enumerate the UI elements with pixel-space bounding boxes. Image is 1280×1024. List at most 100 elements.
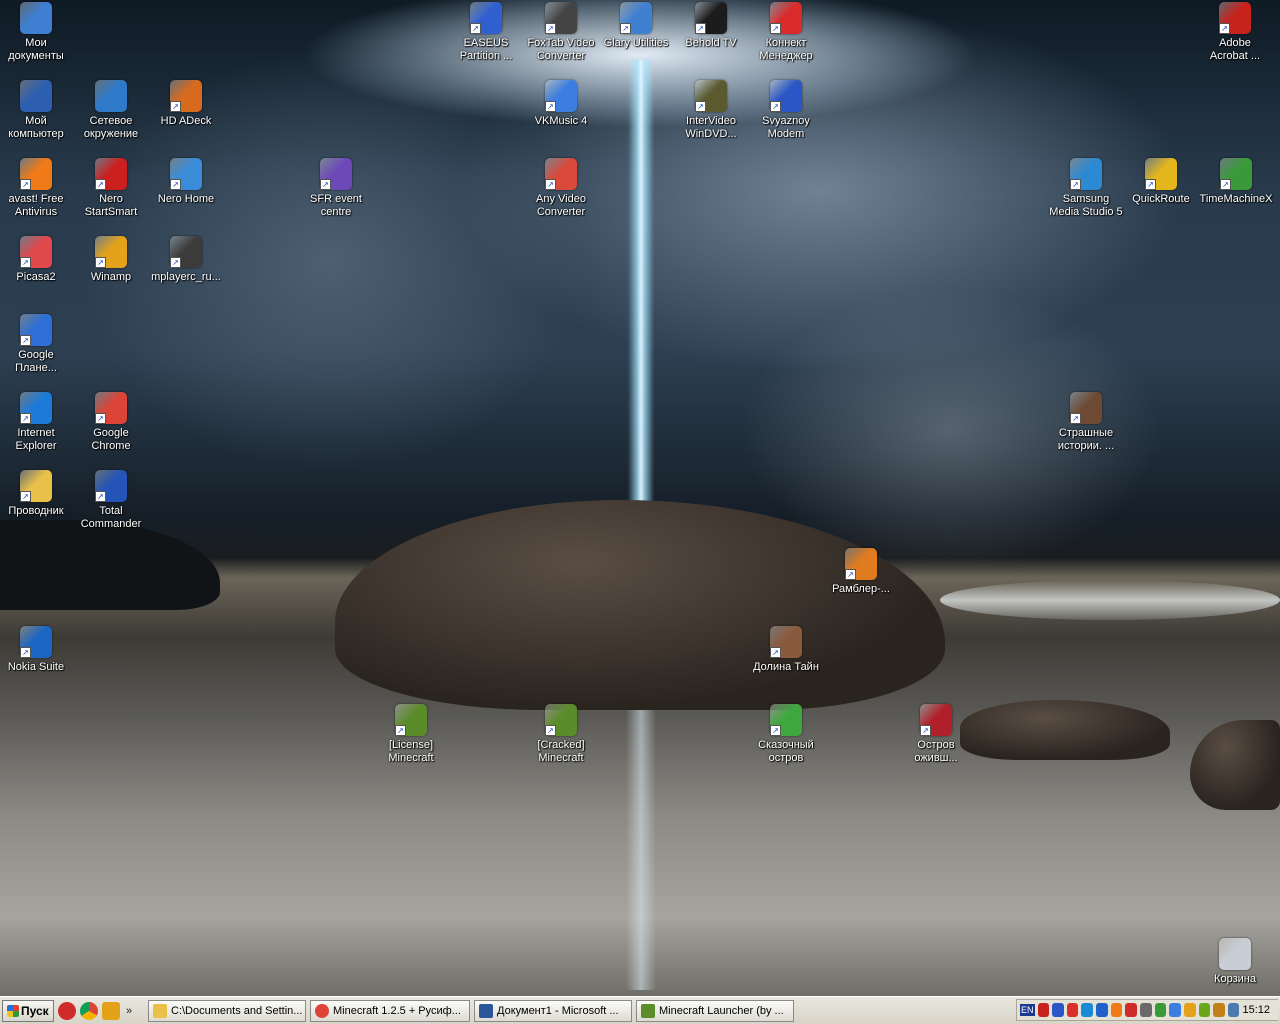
desktop-icon-label: SFR event centre (310, 193, 362, 218)
floppy-icon: ↗ (95, 470, 127, 502)
desktop-icon[interactable]: ↗ InterVideo WinDVD... (672, 80, 750, 141)
desktop-icon[interactable]: ↗ EASEUS Partition ... (447, 2, 525, 63)
desktop-icon[interactable]: ↗ VKMusic 4 (522, 80, 600, 128)
desktop-icon-label: Winamp (90, 271, 132, 283)
avast-tray-icon[interactable] (1110, 1003, 1123, 1017)
desktop-icon[interactable]: ↗ Страшные истории. ... (1047, 392, 1125, 453)
shortcut-arrow-icon: ↗ (920, 725, 931, 736)
shortcut-arrow-icon: ↗ (95, 491, 106, 502)
game-face-icon: ↗ (770, 626, 802, 658)
opera-icon[interactable] (58, 1002, 76, 1020)
desktop-icon[interactable]: ↗ Glary Utilities (597, 2, 675, 50)
time-machine-icon: ↗ (1220, 158, 1252, 190)
media-tray-icon[interactable] (1096, 1003, 1108, 1017)
desktop-icon[interactable]: ↗ avast! Free Antivirus (0, 158, 75, 219)
desktop-icon[interactable]: Мой компьютер (0, 80, 75, 141)
desktop-icon-label: Корзина (1214, 973, 1256, 985)
desktop-icon[interactable]: ↗ SFR event centre (297, 158, 375, 219)
pdf-icon: ↗ (1219, 2, 1251, 34)
nero-tray-icon[interactable] (1066, 1003, 1079, 1017)
sea-surf (940, 580, 1280, 620)
desktop-icon[interactable]: ↗ Сказочный остров (747, 704, 825, 765)
winamp-icon[interactable] (102, 1002, 120, 1020)
desktop-icon-label: Nero StartSmart (84, 193, 138, 218)
desktop-icon[interactable]: ↗ Долина Тайн (747, 626, 825, 674)
home-icon: ↗ (170, 158, 202, 190)
desktop-icon[interactable]: ↗ Остров оживш... (897, 704, 975, 765)
desktop-icon[interactable]: Корзина (1196, 938, 1274, 986)
desktop-icon[interactable]: ↗ Svyaznoy Modem (747, 80, 825, 141)
desktop-icon[interactable]: ↗ Samsung Media Studio 5 (1047, 158, 1125, 219)
display-tray-icon[interactable] (1169, 1003, 1181, 1017)
video-converter-icon: ↗ (545, 158, 577, 190)
checklist-tray-icon[interactable] (1227, 1003, 1240, 1017)
shortcut-arrow-icon: ↗ (320, 179, 331, 190)
shortcut-arrow-icon: ↗ (770, 725, 781, 736)
desktop-icon-label: mplayerc_ru... (151, 271, 221, 283)
desktop-icon-label: VKMusic 4 (534, 115, 588, 127)
desktop-icon[interactable]: ↗ [License] Minecraft (372, 704, 450, 765)
quick-launch-overflow-chevron[interactable]: » (124, 1005, 134, 1017)
task-button-word[interactable]: Документ1 - Microsoft ... (474, 1000, 632, 1022)
folder-documents-icon (20, 2, 52, 34)
skype-tray-icon[interactable] (1081, 1003, 1094, 1017)
network-icon (95, 80, 127, 112)
desktop-icon[interactable]: ↗ Nokia Suite (0, 626, 75, 674)
browser-chrome-icon: ↗ (95, 392, 127, 424)
modem-icon: ↗ (770, 80, 802, 112)
shortcut-arrow-icon: ↗ (20, 491, 31, 502)
desktop-icon[interactable]: ↗ mplayerc_ru... (147, 236, 225, 284)
desktop-icon[interactable]: ↗ Google Плане... (0, 314, 75, 375)
rambler-icon: ↗ (845, 548, 877, 580)
shortcut-arrow-icon: ↗ (95, 179, 106, 190)
desktop-icon-label: QuickRoute (1132, 193, 1190, 205)
chrome-icon[interactable] (80, 1002, 98, 1020)
desktop-icon[interactable]: ↗ Adobe Acrobat ... (1196, 2, 1274, 63)
shortcut-arrow-icon: ↗ (545, 23, 556, 34)
desktop-icon[interactable]: ↗ Any Video Converter (522, 158, 600, 219)
record-tray-icon[interactable] (1125, 1003, 1137, 1017)
left-shore-rock (0, 520, 220, 610)
desktop-icon[interactable]: ↗ [Cracked] Minecraft (522, 704, 600, 765)
winamp-tray-icon[interactable] (1183, 1003, 1196, 1017)
task-button-chrome[interactable]: Minecraft 1.2.5 + Русиф... (310, 1000, 470, 1022)
desktop-icon[interactable]: Мои документы (0, 2, 75, 63)
desktop-icon[interactable]: ↗ QuickRoute (1122, 158, 1200, 206)
antivirus-tray-icon[interactable] (1037, 1003, 1050, 1017)
desktop-icon[interactable]: ↗ FoxTab Video Converter (522, 2, 600, 63)
volume-tray-icon[interactable] (1140, 1003, 1152, 1017)
partition-icon: ↗ (470, 2, 502, 34)
clock[interactable]: 15:12 (1242, 1004, 1278, 1016)
desktop-icon[interactable]: ↗ HD ADeck (147, 80, 225, 128)
language-indicator[interactable]: EN (1020, 1004, 1035, 1016)
desktop-icon-label: TimeMachineX (1199, 193, 1273, 205)
shortcut-arrow-icon: ↗ (20, 647, 31, 658)
safely-remove-tray-icon[interactable] (1154, 1003, 1167, 1017)
desktop-icon[interactable]: ↗ Total Commander (72, 470, 150, 531)
desktop-icon[interactable]: ↗ Behold TV (672, 2, 750, 50)
desktop-icon[interactable]: ↗ TimeMachineX (1197, 158, 1275, 206)
desktop-icon[interactable]: ↗ Проводник (0, 470, 75, 518)
desktop-icon[interactable]: ↗ Picasa2 (0, 236, 75, 284)
desktop-icon[interactable]: ↗ Nero StartSmart (72, 158, 150, 219)
shortcut-arrow-icon: ↗ (170, 179, 181, 190)
desktop-icon[interactable]: ↗ Коннект Менеджер (747, 2, 825, 63)
task-label: Документ1 - Microsoft ... (497, 1005, 619, 1017)
desktop-icon[interactable]: ↗ Google Chrome (72, 392, 150, 453)
desktop: Мои документы Мой компьютер Сетевое окруже… (0, 0, 1280, 996)
desktop-icon[interactable]: ↗ Winamp (72, 236, 150, 284)
start-button[interactable]: Пуск (2, 1000, 54, 1022)
tool-tray-icon[interactable] (1213, 1003, 1225, 1017)
task-button-explorer[interactable]: C:\Documents and Settin... (148, 1000, 306, 1022)
desktop-icon[interactable]: ↗ Internet Explorer (0, 392, 75, 453)
desktop-icon[interactable]: Сетевое окружение (72, 80, 150, 141)
desktop-icon[interactable]: ↗ Рамблер-... (822, 548, 900, 596)
rose-icon: ↗ (920, 704, 952, 736)
shortcut-arrow-icon: ↗ (1220, 179, 1231, 190)
network-tray-icon[interactable] (1052, 1003, 1064, 1017)
nvidia-tray-icon[interactable] (1198, 1003, 1211, 1017)
video-player-icon: ↗ (170, 236, 202, 268)
desktop-icon[interactable]: ↗ Nero Home (147, 158, 225, 206)
task-button-minecraft-launcher[interactable]: Minecraft Launcher (by ... (636, 1000, 794, 1022)
desktop-icon-label: Сказочный остров (758, 739, 814, 764)
